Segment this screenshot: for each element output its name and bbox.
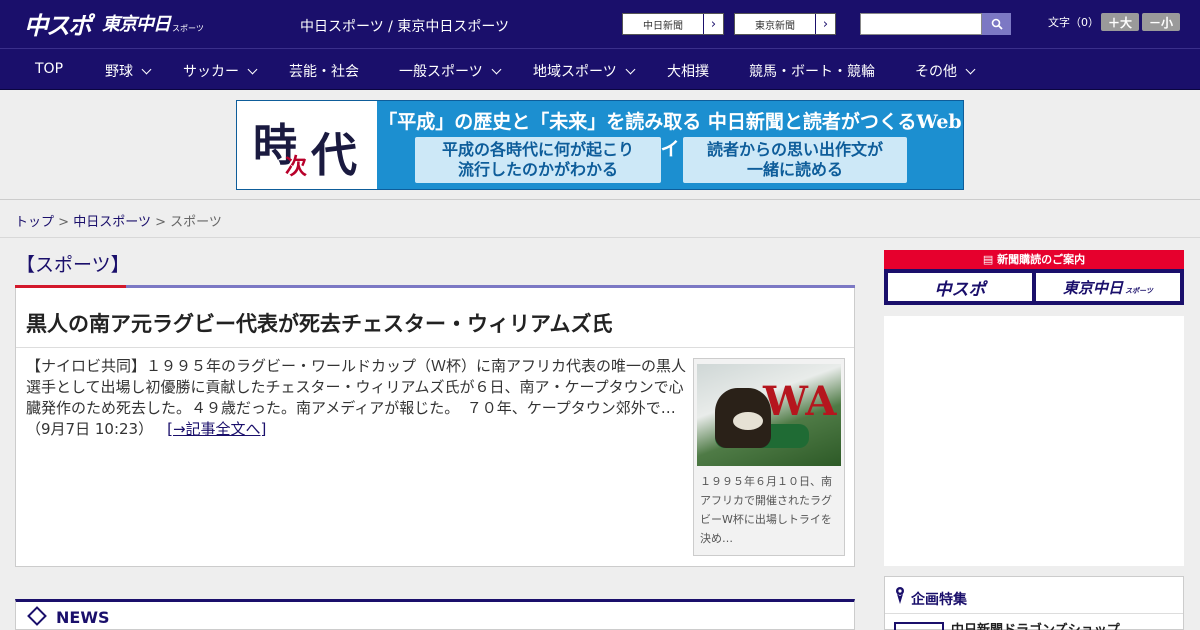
nav-item-label: 地域スポーツ: [533, 64, 617, 80]
photo-rugby-ball: [733, 412, 763, 430]
chevron-down-icon: [965, 64, 976, 74]
photo-banner-text: WA: [763, 378, 837, 425]
jidai-char-2: 次: [285, 154, 308, 180]
search-button[interactable]: [982, 13, 1011, 35]
font-smaller-button[interactable]: －小: [1142, 13, 1180, 31]
nav-item-label: その他: [915, 64, 957, 80]
nav-item-general-sports[interactable]: 一般スポーツ: [399, 61, 502, 81]
banner-area: 時 次 代 「平成」の歴史と「未来」を読み取る 中日新聞と読者がつくるWebサイ…: [0, 90, 1200, 200]
search-icon: [991, 18, 1003, 30]
article-summary: 【ナイロビ共同】１９９５年のラグビー・ワールドカップ（Ｗ杯）に南アフリカ代表の唯…: [26, 356, 686, 440]
heisei-banner-ad[interactable]: 時 次 代 「平成」の歴史と「未来」を読み取る 中日新聞と読者がつくるWebサイ…: [236, 100, 964, 190]
subscribe-sports-small: スポーツ: [1125, 287, 1153, 295]
nav-item-racing[interactable]: 競馬・ボート・競輪: [749, 61, 875, 81]
breadcrumb-home[interactable]: トップ: [15, 215, 54, 230]
newspaper-icon: ▤: [982, 253, 998, 266]
subscription-label: 新聞購読のご案内: [997, 253, 1086, 266]
nav-item-soccer[interactable]: サッカー: [183, 61, 258, 81]
breadcrumb-separator: >: [155, 215, 166, 230]
article-date: （9月7日 10:23）: [26, 420, 154, 438]
news-icon: [27, 606, 47, 626]
banner-box-line: 平成の各時代に何が起こり: [441, 140, 634, 159]
logo-chuspo: 中スポ: [24, 11, 92, 40]
sidebar-ad-slot: [884, 316, 1184, 566]
site-links[interactable]: 中日スポーツ / 東京中日スポーツ: [300, 16, 509, 36]
banner-box-history: 平成の各時代に何が起こり 流行したのかがわかる: [415, 137, 661, 183]
ribbon-icon: [896, 587, 904, 604]
article-photo: WA: [697, 364, 841, 466]
nav-item-sumo[interactable]: 大相撲: [667, 61, 709, 81]
nav-item-label: 一般スポーツ: [399, 64, 483, 80]
tokyo-shinbun-link[interactable]: 東京新聞 ›: [734, 13, 836, 35]
chevron-down-icon: [247, 64, 258, 74]
nav-item-local-sports[interactable]: 地域スポーツ: [533, 61, 636, 81]
nav-item-top[interactable]: TOP: [35, 61, 63, 77]
nav-item-other[interactable]: その他: [915, 61, 976, 81]
jidai-char-3: 代: [311, 128, 357, 182]
search-input[interactable]: [860, 13, 982, 35]
banner-box-line: 流行したのかがわかる: [457, 160, 618, 179]
nav-item-entertainment[interactable]: 芸能・社会: [289, 61, 359, 81]
tokyo-shinbun-label: 東京新聞: [755, 20, 795, 32]
article-title[interactable]: 黒人の南ア元ラグビー代表が死去チェスター・ウィリアムズ氏: [26, 308, 613, 338]
banner-box-essays: 読者からの思い出作文が 一緒に読める: [683, 137, 907, 183]
logo-sports-small: スポーツ: [172, 23, 204, 33]
article-card: 黒人の南ア元ラグビー代表が死去チェスター・ウィリアムズ氏 【ナイロビ共同】１９９…: [15, 288, 855, 567]
read-more-link[interactable]: [→記事全文へ]: [167, 420, 266, 438]
site-header: 中スポ 東京中日 スポーツ 中日スポーツ / 東京中日スポーツ 中日新聞 › 東…: [0, 0, 1200, 48]
font-larger-button[interactable]: ＋大: [1101, 13, 1139, 31]
article-photo-box[interactable]: WA １９９５年６月１０日、南アフリカで開催されたラグビーW杯に出場しトライを決…: [693, 358, 845, 556]
divider: [885, 613, 1183, 614]
chunichi-shinbun-label: 中日新聞: [643, 20, 683, 32]
banner-box-line: 読者からの思い出作文が: [706, 140, 883, 159]
breadcrumb: トップ > 中日スポーツ > スポーツ: [15, 211, 222, 230]
breadcrumb-parent[interactable]: 中日スポーツ: [73, 215, 151, 230]
chevron-down-icon: [141, 64, 152, 74]
main-nav: TOP 野球 サッカー 芸能・社会 一般スポーツ 地域スポーツ 大相撲 競馬・ボ…: [0, 48, 1200, 90]
news-label: NEWS: [56, 608, 110, 627]
nav-item-label: サッカー: [183, 64, 239, 80]
feature-box: 企画特集 中日新聞ドラゴンズショップ: [884, 576, 1184, 630]
nav-item-label: 芸能・社会: [289, 64, 359, 80]
banner-box-line: 一緒に読める: [746, 160, 843, 179]
subscribe-tokyo-chunichi-label: 東京中日: [1063, 278, 1124, 297]
chevron-down-icon: [491, 64, 502, 74]
breadcrumb-bar: トップ > 中日スポーツ > スポーツ: [0, 200, 1200, 238]
section-title: 【スポーツ】: [16, 254, 130, 276]
site-logo[interactable]: 中スポ 東京中日 スポーツ: [24, 8, 204, 40]
feature-title: 企画特集: [911, 592, 967, 608]
nav-item-label: 野球: [105, 64, 133, 80]
nav-item-label: TOP: [35, 61, 64, 77]
subscription-box: ▤ 新聞購読のご案内 中スポ 東京中日 スポーツ: [884, 250, 1184, 305]
feature-item-link[interactable]: 中日新聞ドラゴンズショップ: [951, 619, 1120, 630]
photo-caption: １９９５年６月１０日、南アフリカで開催されたラグビーW杯に出場しトライを決め…: [700, 475, 832, 545]
nav-item-label: 競馬・ボート・競輪: [749, 64, 875, 80]
logo-tokyo-chunichi: 東京中日: [102, 14, 171, 35]
nav-item-baseball[interactable]: 野球: [105, 61, 152, 81]
nav-item-label: 大相撲: [667, 64, 709, 80]
breadcrumb-current: スポーツ: [170, 215, 222, 230]
subscription-header: ▤ 新聞購読のご案内: [884, 250, 1184, 269]
news-section-header: NEWS: [15, 599, 855, 630]
breadcrumb-separator: >: [58, 215, 70, 230]
chevron-right-icon: ›: [703, 14, 723, 34]
font-size-label: 文字（0）: [1048, 16, 1099, 29]
chevron-down-icon: [625, 64, 636, 74]
subscribe-chuspo-button[interactable]: 中スポ: [888, 273, 1032, 301]
divider: [16, 347, 854, 348]
subscribe-tokyo-chunichi-button[interactable]: 東京中日 スポーツ: [1036, 273, 1180, 301]
jidai-logo: 時 次 代: [237, 101, 377, 189]
chevron-right-icon: ›: [815, 14, 835, 34]
shop-thumbnail[interactable]: [894, 622, 944, 630]
chunichi-shinbun-link[interactable]: 中日新聞 ›: [622, 13, 724, 35]
article-body-text: 【ナイロビ共同】１９９５年のラグビー・ワールドカップ（Ｗ杯）に南アフリカ代表の唯…: [26, 357, 687, 417]
